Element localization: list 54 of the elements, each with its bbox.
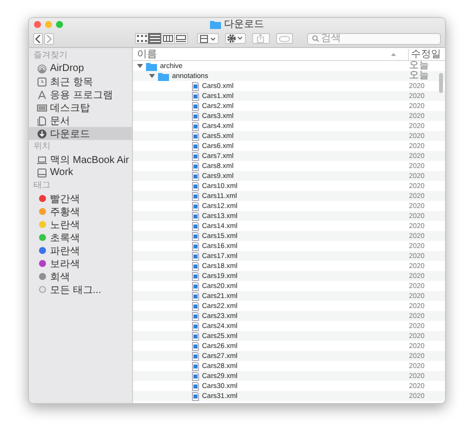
window-title: 다운로드 <box>224 18 264 30</box>
tag-item[interactable]: 회색 <box>29 270 132 283</box>
gear-icon <box>227 34 244 43</box>
date-cell-text: 오늘 <box>408 61 430 71</box>
sidebar-heading: 태그 <box>32 180 52 192</box>
column-view-button[interactable] <box>161 33 175 44</box>
document-icon <box>37 116 47 126</box>
search-input[interactable]: 검색 <box>321 34 432 44</box>
column-header[interactable]: 수정일 <box>408 48 445 60</box>
sidebar-heading: 위치 <box>32 140 52 152</box>
search-field[interactable]: 검색 <box>307 32 441 44</box>
tag-item[interactable]: 주황색 <box>29 205 132 218</box>
search-icon <box>312 35 320 42</box>
tag-item[interactable]: 초록색 <box>29 231 132 244</box>
all-tags-item[interactable]: 모든 태그... <box>29 283 132 296</box>
apps-icon <box>37 90 47 100</box>
tag-item[interactable]: 파란색 <box>29 244 132 257</box>
share-icon <box>257 34 264 43</box>
sidebar-item[interactable]: 최근 항목 <box>29 75 132 88</box>
folder-icon <box>210 20 221 29</box>
tag-icon <box>278 36 290 42</box>
sort-caret-icon <box>391 52 396 56</box>
disclosure-triangle-icon[interactable] <box>137 63 143 69</box>
tag-dot <box>38 286 46 293</box>
sidebar-item[interactable]: 맥의 MacBook Air <box>29 153 132 166</box>
back-button[interactable] <box>33 32 43 44</box>
clock-icon <box>37 76 47 86</box>
scroll-thumb[interactable] <box>439 73 443 93</box>
drive-icon <box>37 168 47 178</box>
download-icon <box>37 128 47 138</box>
close-button[interactable] <box>34 21 41 28</box>
sidebar-item[interactable]: 응용 프로그램 <box>29 88 132 101</box>
group-icon <box>200 34 216 42</box>
desktop-icon <box>37 102 47 112</box>
gallery-view-button[interactable] <box>174 33 188 44</box>
sidebar-item[interactable]: 데스크탑 <box>29 101 132 114</box>
sidebar-heading: 즐겨찾기 <box>32 50 68 62</box>
tag-item[interactable]: 노란색 <box>29 218 132 231</box>
sidebar-item[interactable]: 다운로드 <box>29 127 132 140</box>
action-button[interactable] <box>224 33 246 44</box>
icon-view-button[interactable] <box>135 33 149 44</box>
tag-item[interactable]: 보라색 <box>29 257 132 270</box>
sidebar-item[interactable]: Work <box>29 166 132 179</box>
group-button[interactable] <box>197 33 218 44</box>
column-header[interactable]: 이름 <box>133 48 391 60</box>
airdrop-icon <box>37 64 47 74</box>
sidebar-item[interactable]: AirDrop <box>29 62 132 75</box>
list-view-button[interactable] <box>148 33 162 44</box>
laptop-icon <box>37 154 47 164</box>
folder-icon <box>158 72 169 80</box>
tag-item[interactable]: 빨간색 <box>29 192 132 205</box>
disclosure-triangle-icon[interactable] <box>149 73 155 79</box>
sidebar-item[interactable]: 문서 <box>29 114 132 127</box>
date-cell-text: 오늘 <box>408 71 430 81</box>
